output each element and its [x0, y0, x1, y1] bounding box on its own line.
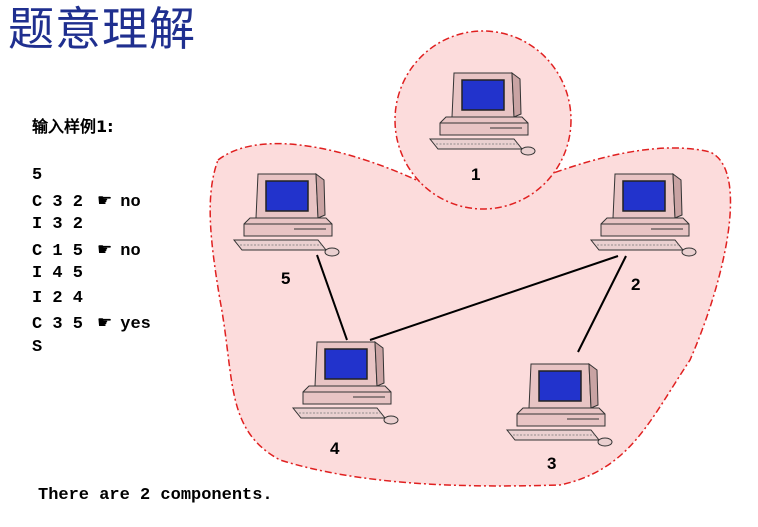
network-diagram: 1 2 3 4 5	[209, 30, 732, 487]
node-label-5: 5	[281, 269, 290, 288]
node-label-3: 3	[547, 454, 556, 473]
node-label-2: 2	[631, 275, 640, 294]
node-label-4: 4	[330, 439, 340, 458]
node-label-1: 1	[471, 165, 480, 184]
